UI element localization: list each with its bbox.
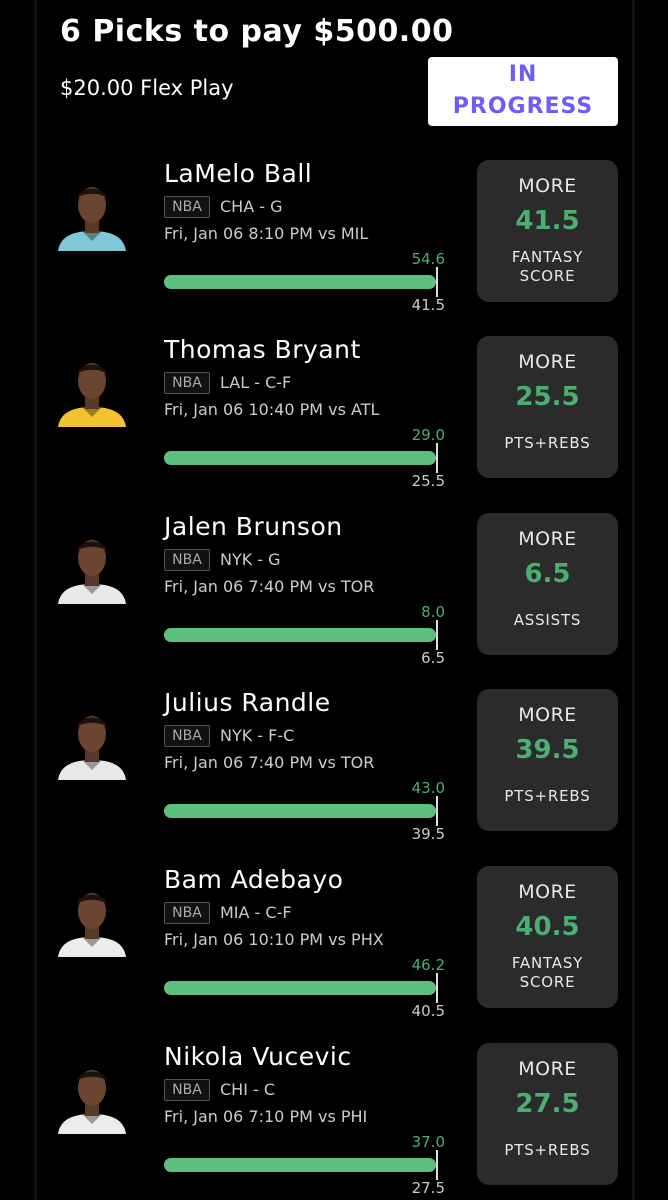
player-name: Jalen Brunson (164, 512, 343, 541)
player-headshot (52, 175, 132, 251)
stat-progress-bar (164, 1150, 438, 1180)
actual-stat-value: 8.0 (421, 603, 445, 621)
player-headshot (52, 881, 132, 957)
pick-row[interactable]: Nikola Vucevic NBA CHI - C Fri, Jan 06 7:10… (0, 1042, 668, 1200)
pick-direction: MORE (518, 1058, 577, 1080)
pick-direction: MORE (518, 528, 577, 550)
game-time: Fri, Jan 06 8:10 PM vs MIL (164, 224, 369, 243)
pick-line: 39.5 (515, 735, 580, 765)
pick-line: 41.5 (515, 206, 580, 236)
stat-progress-fill (164, 804, 436, 818)
pick-stat-type: PTS+REBS (504, 1141, 591, 1159)
pick-direction: MORE (518, 881, 577, 903)
pick-row[interactable]: Julius Randle NBA NYK - F-C Fri, Jan 06 7:4… (0, 688, 668, 872)
line-marker (436, 796, 438, 826)
pick-card[interactable]: MORE 41.5 FANTASY SCORE (477, 160, 618, 302)
league-badge: NBA (164, 1079, 210, 1101)
line-marker (436, 973, 438, 1003)
team-position: LAL - C-F (220, 373, 292, 392)
player-headshot (52, 704, 132, 780)
stat-progress-bar (164, 267, 438, 297)
pick-line: 27.5 (515, 1089, 580, 1119)
team-position: CHA - G (220, 197, 283, 216)
player-headshot (52, 351, 132, 427)
player-name: Bam Adebayo (164, 865, 344, 894)
pick-card[interactable]: MORE 39.5 PTS+REBS (477, 689, 618, 831)
page-title: 6 Picks to pay $500.00 (60, 14, 454, 49)
projection-line-value: 25.5 (411, 472, 445, 490)
line-marker (436, 1150, 438, 1180)
entry-type-label: $20.00 Flex Play (60, 76, 234, 100)
game-time: Fri, Jan 06 10:10 PM vs PHX (164, 930, 384, 949)
stat-progress-fill (164, 451, 436, 465)
pick-stat-type: FANTASY SCORE (511, 954, 584, 991)
team-position: CHI - C (220, 1080, 276, 1099)
game-time: Fri, Jan 06 7:40 PM vs TOR (164, 753, 375, 772)
pick-line: 25.5 (515, 382, 580, 412)
pick-stat-type: PTS+REBS (504, 787, 591, 805)
game-time: Fri, Jan 06 7:40 PM vs TOR (164, 577, 375, 596)
league-badge: NBA (164, 902, 210, 924)
pick-card[interactable]: MORE 27.5 PTS+REBS (477, 1043, 618, 1185)
league-badge: NBA (164, 549, 210, 571)
pick-row[interactable]: LaMelo Ball NBA CHA - G Fri, Jan 06 8:10 PM… (0, 159, 668, 343)
stat-progress-fill (164, 628, 436, 642)
status-badge: IN PROGRESS (428, 57, 618, 126)
pick-row[interactable]: Jalen Brunson NBA NYK - G Fri, Jan 06 7:40 … (0, 512, 668, 696)
team-position: NYK - F-C (220, 726, 295, 745)
game-time: Fri, Jan 06 7:10 PM vs PHI (164, 1107, 368, 1126)
pick-stat-type: PTS+REBS (504, 434, 591, 452)
pick-line: 40.5 (515, 912, 580, 942)
pick-direction: MORE (518, 704, 577, 726)
projection-line-value: 41.5 (411, 296, 445, 314)
team-position: MIA - C-F (220, 903, 292, 922)
pick-card[interactable]: MORE 25.5 PTS+REBS (477, 336, 618, 478)
actual-stat-value: 29.0 (411, 426, 445, 444)
player-name: Julius Randle (164, 688, 331, 717)
player-headshot (52, 1058, 132, 1134)
player-name: LaMelo Ball (164, 159, 313, 188)
pick-stat-type: ASSISTS (513, 611, 582, 629)
pick-card[interactable]: MORE 6.5 ASSISTS (477, 513, 618, 655)
pick-card[interactable]: MORE 40.5 FANTASY SCORE (477, 866, 618, 1008)
stat-progress-fill (164, 981, 436, 995)
pick-direction: MORE (518, 351, 577, 373)
stat-progress-fill (164, 1158, 436, 1172)
stat-progress-bar (164, 620, 438, 650)
player-headshot (52, 528, 132, 604)
team-position: NYK - G (220, 550, 281, 569)
actual-stat-value: 37.0 (411, 1133, 445, 1151)
stat-progress-bar (164, 973, 438, 1003)
stat-progress-bar (164, 443, 438, 473)
line-marker (436, 620, 438, 650)
actual-stat-value: 46.2 (411, 956, 445, 974)
player-name: Nikola Vucevic (164, 1042, 352, 1071)
projection-line-value: 40.5 (411, 1002, 445, 1020)
pick-row[interactable]: Thomas Bryant NBA LAL - C-F Fri, Jan 06 10:… (0, 335, 668, 519)
pick-line: 6.5 (524, 559, 571, 589)
pick-stat-type: FANTASY SCORE (511, 248, 584, 285)
actual-stat-value: 54.6 (411, 250, 445, 268)
game-time: Fri, Jan 06 10:40 PM vs ATL (164, 400, 380, 419)
stat-progress-fill (164, 275, 436, 289)
projection-line-value: 39.5 (411, 825, 445, 843)
league-badge: NBA (164, 196, 210, 218)
pick-row[interactable]: Bam Adebayo NBA MIA - C-F Fri, Jan 06 10:10… (0, 865, 668, 1049)
stat-progress-bar (164, 796, 438, 826)
player-name: Thomas Bryant (164, 335, 361, 364)
projection-line-value: 27.5 (411, 1179, 445, 1197)
lineup-header: 6 Picks to pay $500.00 $20.00 Flex Play … (0, 0, 668, 140)
league-badge: NBA (164, 725, 210, 747)
line-marker (436, 267, 438, 297)
line-marker (436, 443, 438, 473)
actual-stat-value: 43.0 (411, 779, 445, 797)
projection-line-value: 6.5 (421, 649, 445, 667)
league-badge: NBA (164, 372, 210, 394)
pick-direction: MORE (518, 175, 577, 197)
